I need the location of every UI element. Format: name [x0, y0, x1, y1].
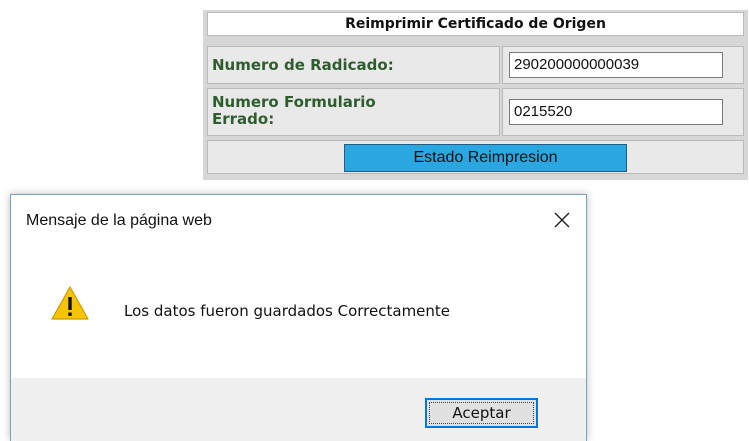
dialog-message: Los datos fueron guardados Correctamente: [124, 302, 451, 320]
formulario-label-cell: Numero Formulario Errado:: [207, 88, 500, 136]
warning-icon: [50, 285, 90, 321]
radicado-value-cell: 290200000000039: [502, 46, 744, 84]
close-icon[interactable]: [546, 204, 578, 236]
formulario-row: Numero Formulario Errado: 0215520: [207, 88, 744, 136]
message-dialog: Mensaje de la página web Los datos fuero…: [10, 194, 587, 441]
estado-reimpresion-button[interactable]: Estado Reimpresion: [344, 144, 627, 172]
button-row: Estado Reimpresion: [207, 140, 744, 174]
reprint-form: Reimprimir Certificado de Origen Numero …: [203, 10, 748, 180]
radicado-label: Numero de Radicado:: [212, 56, 394, 74]
radicado-input[interactable]: 290200000000039: [509, 52, 723, 78]
dialog-footer: Aceptar: [11, 378, 586, 441]
formulario-input[interactable]: 0215520: [509, 99, 723, 125]
aceptar-button[interactable]: Aceptar: [425, 398, 538, 428]
formulario-label-line2: Errado:: [212, 110, 275, 128]
dialog-title: Mensaje de la página web: [26, 212, 212, 229]
form-title: Reimprimir Certificado de Origen: [207, 12, 744, 36]
formulario-value-cell: 0215520: [502, 88, 744, 136]
radicado-row: Numero de Radicado: 290200000000039: [207, 46, 744, 84]
page: Reimprimir Certificado de Origen Numero …: [0, 0, 749, 441]
formulario-label-line1: Numero Formulario: [212, 93, 376, 111]
radicado-label-cell: Numero de Radicado:: [207, 46, 500, 84]
formulario-label: Numero Formulario Errado:: [212, 94, 376, 128]
